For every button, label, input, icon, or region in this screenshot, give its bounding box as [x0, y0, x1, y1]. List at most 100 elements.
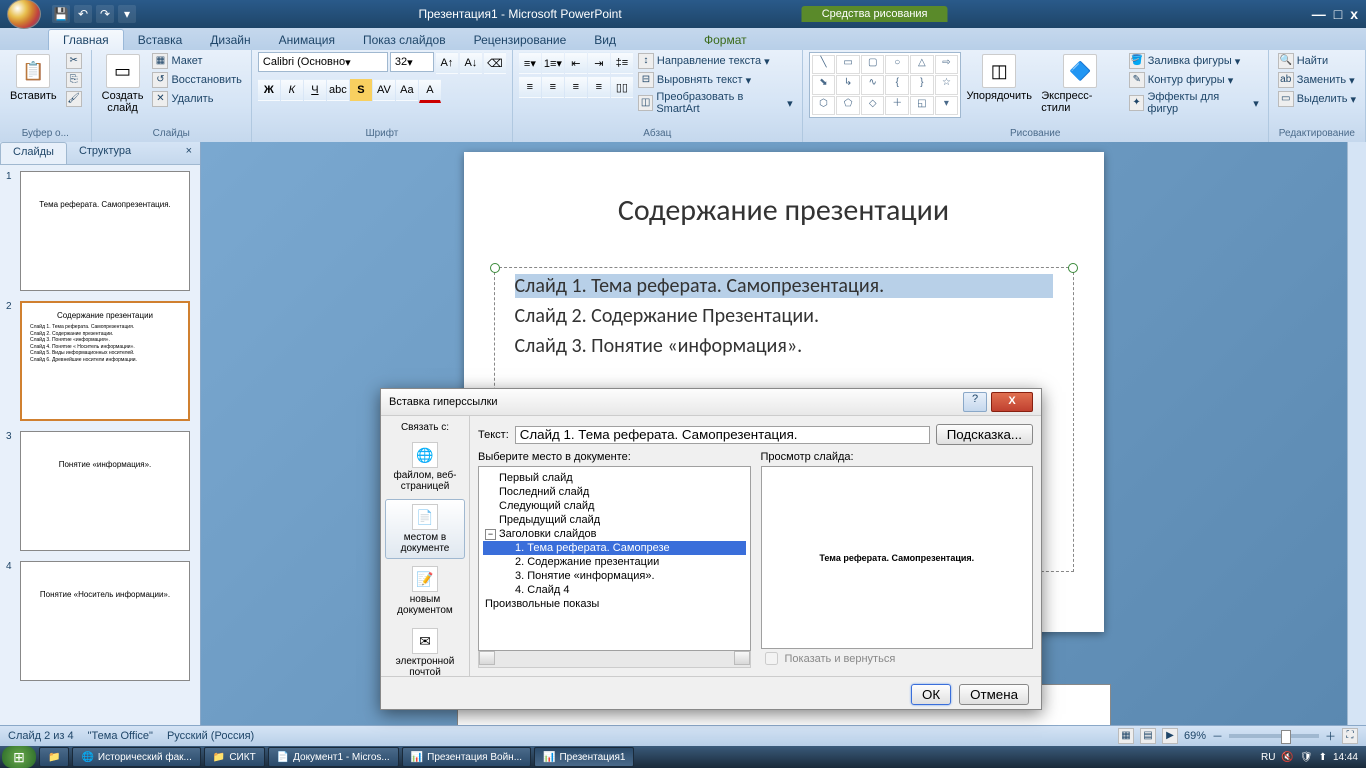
italic-button[interactable]: К [281, 79, 303, 101]
cancel-button[interactable]: Отмена [959, 684, 1029, 705]
taskbar-item[interactable]: 🌐Исторический фак... [72, 747, 200, 767]
qat-dropdown-icon[interactable]: ▾ [118, 5, 136, 23]
horizontal-scrollbar[interactable] [478, 651, 751, 668]
shadow-button[interactable]: S [350, 79, 372, 101]
shape-curve-icon[interactable]: ∿ [861, 75, 885, 94]
select-button[interactable]: ▭Выделить ▾ [1275, 90, 1359, 108]
tree-group[interactable]: −Заголовки слайдов [483, 527, 746, 541]
slide-thumbnail[interactable]: Содержание презентацииСлайд 1. Тема рефе… [20, 301, 190, 421]
spacing-button[interactable]: AV [373, 79, 395, 101]
slide-text-line[interactable]: Слайд 1. Тема реферата. Самопрезентация. [515, 274, 1053, 298]
shape-effects-button[interactable]: ✦Эффекты для фигур ▾ [1126, 90, 1262, 116]
shape-brace2-icon[interactable]: } [910, 75, 934, 94]
shape-more-icon[interactable]: ▾ [935, 96, 959, 115]
view-sorter-icon[interactable]: ▤ [1140, 728, 1156, 744]
zoom-value[interactable]: 69% [1184, 730, 1206, 742]
slide-thumbnail[interactable]: Понятие «Носитель информации». [20, 561, 190, 681]
align-right-button[interactable]: ≡ [565, 76, 587, 98]
minimize-button[interactable]: — [1312, 6, 1326, 22]
reset-button[interactable]: ↺Восстановить [149, 71, 244, 89]
font-size-combo[interactable]: 32 ▾ [390, 52, 434, 72]
zoom-in-button[interactable]: ＋ [1325, 728, 1336, 744]
slide-text-line[interactable]: Слайд 3. Понятие «информация». [515, 334, 1053, 358]
shape-diamond-icon[interactable]: ◇ [861, 96, 885, 115]
text-direction-button[interactable]: ↕Направление текста ▾ [635, 52, 796, 70]
shape-arrow-icon[interactable]: ⇨ [935, 55, 959, 74]
ok-button[interactable]: ОК [911, 684, 951, 705]
shape-fill-button[interactable]: 🪣Заливка фигуры ▾ [1126, 52, 1262, 70]
smartart-button[interactable]: ◫Преобразовать в SmartArt ▾ [635, 90, 796, 116]
format-painter-button[interactable]: 🖌 [63, 90, 85, 108]
tab-slideshow[interactable]: Показ слайдов [349, 30, 460, 50]
view-normal-icon[interactable]: ▦ [1118, 728, 1134, 744]
save-icon[interactable]: 💾 [52, 5, 70, 23]
numbering-button[interactable]: 1≡▾ [542, 52, 564, 74]
slide-text-line[interactable]: Слайд 2. Содержание Презентации. [515, 304, 1053, 328]
screentip-button[interactable]: Подсказка... [936, 424, 1033, 445]
tree-group[interactable]: Произвольные показы [483, 597, 746, 611]
tree-item[interactable]: 2. Содержание презентации [483, 555, 746, 569]
slide-thumbnail[interactable]: Тема реферата. Самопрезентация. [20, 171, 190, 291]
find-button[interactable]: 🔍Найти [1275, 52, 1359, 70]
close-button[interactable]: x [1350, 6, 1358, 22]
strike-button[interactable]: abc [327, 79, 349, 101]
link-to-email-button[interactable]: ✉электронной почтой [385, 623, 465, 683]
font-name-combo[interactable]: Calibri (Основно ▾ [258, 52, 388, 72]
start-button[interactable]: ⊞ [2, 746, 36, 768]
tab-design[interactable]: Дизайн [196, 30, 264, 50]
tree-item[interactable]: Первый слайд [483, 471, 746, 485]
shape-plus-icon[interactable]: ＋ [885, 96, 909, 115]
new-slide-button[interactable]: ▭Создать слайд [98, 52, 148, 116]
taskbar-item[interactable]: 📊Презентация Войн... [402, 747, 531, 767]
display-text-input[interactable] [515, 426, 930, 444]
shape-hex-icon[interactable]: ⬡ [812, 96, 836, 115]
copy-button[interactable]: ⎘ [63, 71, 85, 89]
tab-format[interactable]: Формат [690, 30, 761, 50]
tray-lang[interactable]: RU [1261, 752, 1275, 763]
tab-view[interactable]: Вид [580, 30, 630, 50]
redo-icon[interactable]: ↷ [96, 5, 114, 23]
collapse-icon[interactable]: − [485, 529, 496, 540]
bullets-button[interactable]: ≡▾ [519, 52, 541, 74]
view-slideshow-icon[interactable]: ▶ [1162, 728, 1178, 744]
maximize-button[interactable]: □ [1334, 6, 1342, 22]
tray-icon[interactable]: 🛡 [1300, 752, 1313, 763]
dialog-titlebar[interactable]: Вставка гиперссылки ? X [381, 389, 1041, 416]
justify-button[interactable]: ≡ [588, 76, 610, 98]
align-left-button[interactable]: ≡ [519, 76, 541, 98]
link-to-file-button[interactable]: 🌐файлом, веб-страницей [385, 437, 465, 497]
taskbar-item[interactable]: 📊Презентация1 [534, 747, 634, 767]
taskbar-item[interactable]: 📁 [39, 747, 69, 767]
grow-font-button[interactable]: A↑ [436, 52, 458, 74]
shape-outline-button[interactable]: ✎Контур фигуры ▾ [1126, 71, 1262, 89]
panel-close-button[interactable]: × [178, 142, 200, 164]
align-center-button[interactable]: ≡ [542, 76, 564, 98]
panel-tab-outline[interactable]: Структура [67, 142, 143, 164]
zoom-slider[interactable] [1229, 734, 1319, 738]
tab-animation[interactable]: Анимация [265, 30, 349, 50]
tray-clock[interactable]: 14:44 [1333, 752, 1358, 763]
shape-pent-icon[interactable]: ⬠ [836, 96, 860, 115]
vertical-scrollbar[interactable] [1347, 142, 1366, 728]
tree-item[interactable]: Следующий слайд [483, 499, 746, 513]
panel-tab-slides[interactable]: Слайды [0, 142, 67, 164]
shape-diag-icon[interactable]: ⬊ [812, 75, 836, 94]
tab-review[interactable]: Рецензирование [460, 30, 581, 50]
shape-rect-icon[interactable]: ▭ [836, 55, 860, 74]
linespacing-button[interactable]: ‡≡ [611, 52, 633, 74]
quick-styles-button[interactable]: 🔷Экспресс-стили [1037, 52, 1124, 116]
shrink-font-button[interactable]: A↓ [460, 52, 482, 74]
layout-button[interactable]: ▦Макет [149, 52, 244, 70]
indent-inc-button[interactable]: ⇥ [588, 52, 610, 74]
status-language[interactable]: Русский (Россия) [167, 730, 254, 742]
shape-star-icon[interactable]: ☆ [935, 75, 959, 94]
arrange-button[interactable]: ◫Упорядочить [963, 52, 1035, 104]
case-button[interactable]: Aa [396, 79, 418, 101]
shape-connector-icon[interactable]: ↳ [836, 75, 860, 94]
undo-icon[interactable]: ↶ [74, 5, 92, 23]
align-text-button[interactable]: ⊟Выровнять текст ▾ [635, 71, 796, 89]
shape-line-icon[interactable]: ╲ [812, 55, 836, 74]
shapes-gallery[interactable]: ╲▭▢○△⇨ ⬊↳∿{}☆ ⬡⬠◇＋◱▾ [809, 52, 962, 118]
document-places-tree[interactable]: Первый слайд Последний слайд Следующий с… [478, 466, 751, 651]
tree-item[interactable]: Последний слайд [483, 485, 746, 499]
